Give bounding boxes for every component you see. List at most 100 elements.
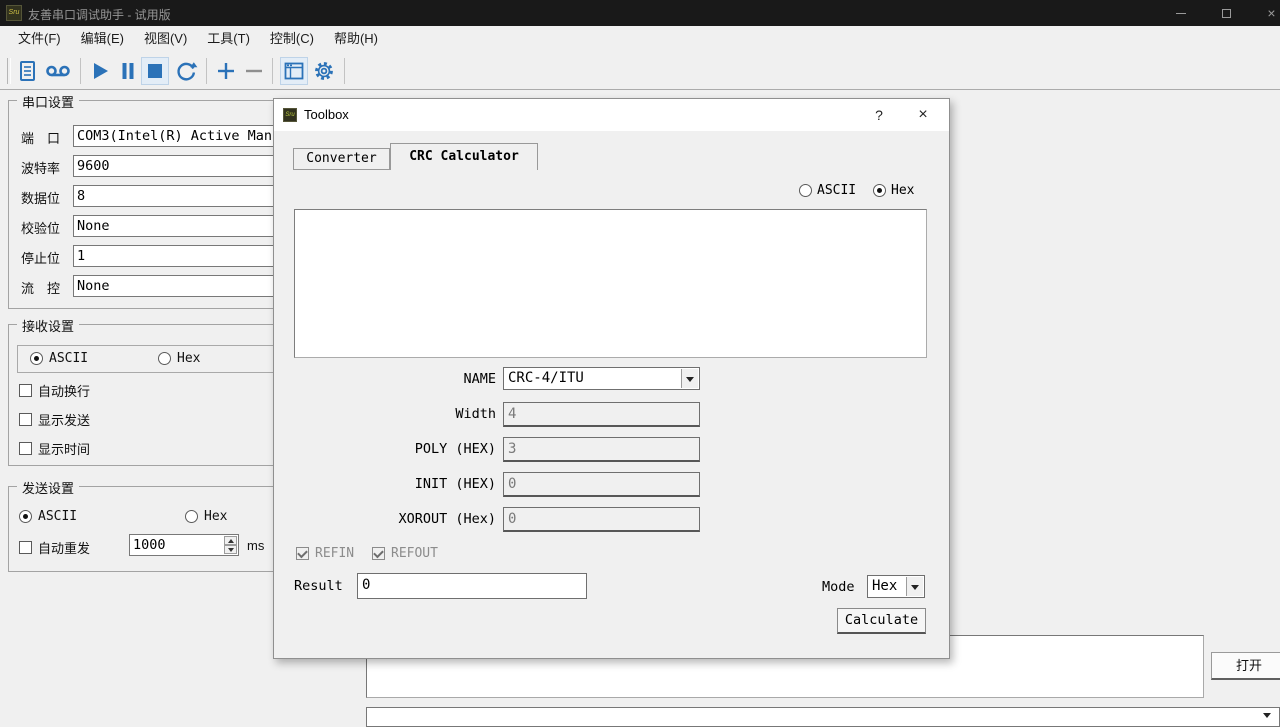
auto-newline-label: 自动换行 [38,381,90,400]
menu-help[interactable]: 帮助(H) [324,26,388,52]
menu-edit[interactable]: 编辑(E) [71,26,134,52]
serial-settings-title: 串口设置 [17,92,79,111]
minimize-icon [1176,13,1186,14]
toolbar-grip [7,58,11,84]
resend-interval-input[interactable]: 1000 [129,534,239,556]
tab-converter[interactable]: Converter [293,148,390,170]
chevron-down-icon[interactable] [681,369,698,388]
send-hex-option[interactable]: Hex [185,509,227,524]
chevron-down-icon[interactable] [906,577,923,596]
send-hex-radio[interactable] [185,510,198,523]
databits-select[interactable]: 8 [73,185,291,207]
crc-hex-radio[interactable] [873,184,886,197]
parity-label: 校验位 [21,218,60,240]
mode-combo[interactable]: Hex [867,575,925,598]
auto-newline-option[interactable]: 自动换行 [19,381,90,400]
receive-hex-radio[interactable] [158,352,171,365]
refout-option: REFOUT [372,546,438,561]
receive-settings-title: 接收设置 [17,316,79,335]
toolbar-separator [80,58,81,84]
dialog-titlebar: Sru Toolbox ? × [274,99,949,131]
refin-label: REFIN [315,546,354,561]
crc-ascii-option[interactable]: ASCII [799,183,856,198]
width-field: 4 [503,402,700,427]
menu-bar: 文件(F) 编辑(E) 视图(V) 工具(T) 控制(C) 帮助(H) [0,26,1280,52]
show-sent-checkbox[interactable] [19,413,32,426]
receive-ascii-radio[interactable] [30,352,43,365]
port-select[interactable]: COM3(Intel(R) Active Mana [73,125,291,147]
stepper-up-button[interactable] [224,536,237,545]
zoom-out-icon[interactable] [242,59,266,83]
toolbox-window-icon [282,59,306,83]
toolbox-window-button-pressed[interactable] [280,57,308,85]
toolbar-separator [272,58,273,84]
mode-label: Mode [822,579,855,595]
send-settings-group: 发送设置 ASCII Hex 自动重发 1000 ms [8,486,292,572]
send-ascii-radio[interactable] [19,510,32,523]
close-button[interactable]: × [1249,0,1280,26]
flowctrl-select[interactable]: None [73,275,291,297]
minimize-button[interactable] [1158,0,1203,26]
calculate-button[interactable]: Calculate [837,608,926,634]
crc-ascii-radio[interactable] [799,184,812,197]
new-file-icon[interactable] [16,59,40,83]
tab-crc-calculator[interactable]: CRC Calculator [390,143,538,170]
crc-name-combo[interactable]: CRC-4/ITU [503,367,700,390]
close-icon: × [1267,6,1275,20]
auto-resend-label: 自动重发 [38,538,90,557]
auto-newline-checkbox[interactable] [19,384,32,397]
auto-resend-checkbox[interactable] [19,541,32,554]
send-hex-label: Hex [204,509,227,524]
pause-icon[interactable] [116,59,140,83]
menu-tools[interactable]: 工具(T) [197,26,260,52]
refin-checkbox [296,547,309,560]
zoom-in-icon[interactable] [214,59,238,83]
xorout-field: 0 [503,507,700,532]
maximize-button[interactable] [1204,0,1249,26]
receive-ascii-label: ASCII [49,351,88,366]
dialog-close-button[interactable]: × [906,99,940,131]
refresh-icon[interactable] [174,59,198,83]
menu-file[interactable]: 文件(F) [8,26,71,52]
crc-hex-label: Hex [891,183,914,198]
interval-unit-label: ms [247,538,264,553]
name-label: NAME [296,367,496,392]
stop-button-pressed[interactable] [141,57,169,85]
toolbar-separator [206,58,207,84]
dialog-help-button[interactable]: ? [862,99,896,131]
dialog-title: Toolbox [304,107,349,122]
record-icon[interactable] [44,59,72,83]
send-history-combo[interactable] [366,707,1280,727]
auto-resend-option[interactable]: 自动重发 [19,538,90,557]
send-settings-title: 发送设置 [17,478,79,497]
menu-control[interactable]: 控制(C) [260,26,324,52]
play-icon[interactable] [88,59,112,83]
show-time-checkbox[interactable] [19,442,32,455]
stepper-down-button[interactable] [224,545,237,554]
result-field[interactable]: 0 [357,573,587,599]
baud-select[interactable]: 9600 [73,155,291,177]
refout-label: REFOUT [391,546,438,561]
receive-hex-option[interactable]: Hex [158,351,200,366]
show-time-option[interactable]: 显示时间 [19,439,90,458]
send-ascii-option[interactable]: ASCII [19,509,77,524]
stopbits-select[interactable]: 1 [73,245,291,267]
show-time-label: 显示时间 [38,439,90,458]
app-icon: Sru [6,5,22,21]
stopbits-label: 停止位 [21,248,60,270]
refin-option: REFIN [296,546,354,561]
crc-ascii-label: ASCII [817,183,856,198]
crc-input-textarea[interactable] [294,209,927,358]
chevron-down-icon [1263,713,1271,718]
init-field: 0 [503,472,700,497]
settings-gear-icon[interactable] [312,59,336,83]
crc-hex-option[interactable]: Hex [873,183,914,198]
parity-select[interactable]: None [73,215,291,237]
toolbox-dialog: Sru Toolbox ? × Converter CRC Calculator… [273,98,950,659]
window-title: 友善串口调试助手 - 试用版 [28,6,171,23]
receive-ascii-option[interactable]: ASCII [30,351,88,366]
poly-field: 3 [503,437,700,462]
menu-view[interactable]: 视图(V) [134,26,197,52]
show-sent-option[interactable]: 显示发送 [19,410,90,429]
open-file-button[interactable]: 打开 [1211,652,1280,680]
